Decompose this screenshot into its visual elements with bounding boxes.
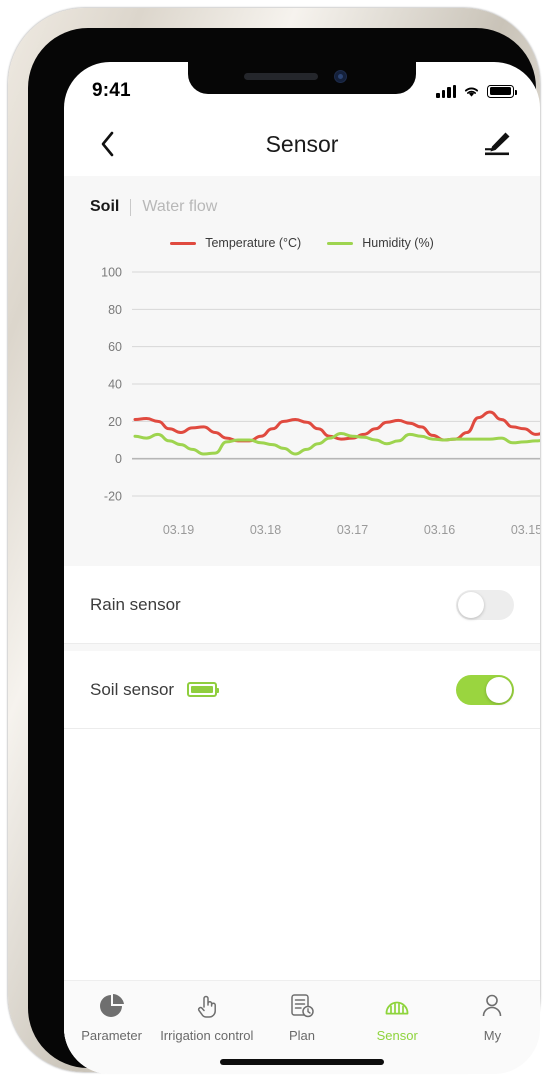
tap-hand-icon — [193, 991, 221, 1021]
y-axis-tick: 0 — [115, 452, 122, 466]
soil-sensor-toggle[interactable] — [456, 674, 514, 705]
soil-sensor-label: Soil sensor — [90, 679, 175, 699]
x-axis-tick: 03.16 — [424, 523, 455, 537]
rain-sensor-label: Rain sensor — [90, 594, 181, 614]
y-axis-tick: 20 — [108, 415, 122, 429]
sensor-chart-card: Temperature (°C) Humidity (%) 100 80 60 40 2… — [64, 230, 540, 566]
legend-label-temperature: Temperature (°C) — [205, 236, 302, 250]
nav-label-plan: Plan — [288, 1028, 316, 1043]
chart-line-humidity — [133, 431, 540, 456]
x-axis-tick: 03.15 — [511, 523, 540, 537]
tab-separator — [130, 198, 132, 216]
tab-water-flow[interactable]: Water flow — [142, 198, 217, 216]
person-icon — [478, 991, 506, 1021]
chart-line-temperature — [133, 410, 540, 443]
device-notch — [188, 62, 416, 94]
legend-item-temperature: Temperature (°C) — [170, 236, 301, 250]
x-axis-tick: 03.18 — [250, 523, 281, 537]
battery-full-icon — [487, 84, 517, 98]
nav-item-my[interactable]: My — [445, 991, 540, 1043]
legend-label-humidity: Humidity (%) — [362, 236, 434, 250]
earpiece-speaker — [244, 73, 318, 80]
status-time: 9:41 — [92, 80, 131, 101]
battery-full-green-icon — [187, 682, 220, 697]
legend-swatch-temperature — [170, 241, 197, 245]
wifi-icon — [464, 87, 479, 97]
phone-bezel: 9:41 Sensor Soil Water flow Temperature … — [28, 28, 540, 1074]
y-axis-tick: 80 — [108, 303, 122, 317]
nav-item-irrigation-control[interactable]: Irrigation control — [159, 991, 254, 1043]
status-indicators — [436, 84, 517, 98]
cellular-signal-icon — [436, 84, 456, 98]
pie-chart-icon — [98, 991, 126, 1021]
nav-header: Sensor — [64, 112, 540, 176]
x-axis-tick: 03.17 — [337, 523, 368, 537]
sensor-row-soil[interactable]: Soil sensor — [64, 651, 540, 729]
nav-item-parameter[interactable]: Parameter — [64, 991, 159, 1043]
home-indicator[interactable] — [220, 1059, 384, 1065]
pencil-edit-icon — [485, 132, 510, 156]
toggle-knob — [458, 591, 484, 618]
sensor-waves-icon — [383, 991, 411, 1021]
tab-soil[interactable]: Soil — [90, 198, 119, 216]
chevron-left-icon — [101, 131, 113, 157]
nav-label-sensor: Sensor — [376, 1028, 418, 1043]
nav-label-irrigation-control: Irrigation control — [160, 1028, 254, 1043]
toggle-knob — [486, 676, 512, 703]
tab-strip: Soil Water flow — [64, 176, 540, 230]
nav-item-sensor[interactable]: Sensor — [350, 991, 445, 1043]
sensor-row-rain[interactable]: Rain sensor — [64, 566, 540, 644]
x-axis-tick: 03.19 — [163, 523, 194, 537]
front-camera-icon — [334, 70, 347, 83]
line-chart: 100 80 60 40 20 0 -20 03.19 03.18 03.17 03.16 03.15 — [64, 258, 540, 548]
document-clock-icon — [288, 991, 316, 1021]
nav-label-my: My — [483, 1028, 502, 1043]
back-button[interactable] — [90, 127, 124, 161]
edit-button[interactable] — [480, 127, 514, 161]
y-axis-tick: 100 — [101, 266, 122, 280]
y-axis-tick: 40 — [108, 378, 122, 392]
legend-swatch-humidity — [327, 241, 354, 245]
page-title: Sensor — [265, 130, 339, 157]
rain-sensor-toggle[interactable] — [456, 589, 514, 620]
legend-item-humidity: Humidity (%) — [327, 236, 434, 250]
phone-screen: 9:41 Sensor Soil Water flow Temperature … — [64, 62, 540, 1074]
y-axis-tick: -20 — [104, 490, 122, 504]
row-divider — [64, 644, 540, 651]
y-axis-tick: 60 — [108, 340, 122, 354]
nav-item-plan[interactable]: Plan — [254, 991, 349, 1043]
phone-frame: 9:41 Sensor Soil Water flow Temperature … — [8, 8, 540, 1074]
nav-label-parameter: Parameter — [81, 1028, 142, 1043]
sensor-rows: Rain sensor Soil sensor — [64, 566, 540, 729]
chart-legend: Temperature (°C) Humidity (%) — [64, 230, 540, 258]
